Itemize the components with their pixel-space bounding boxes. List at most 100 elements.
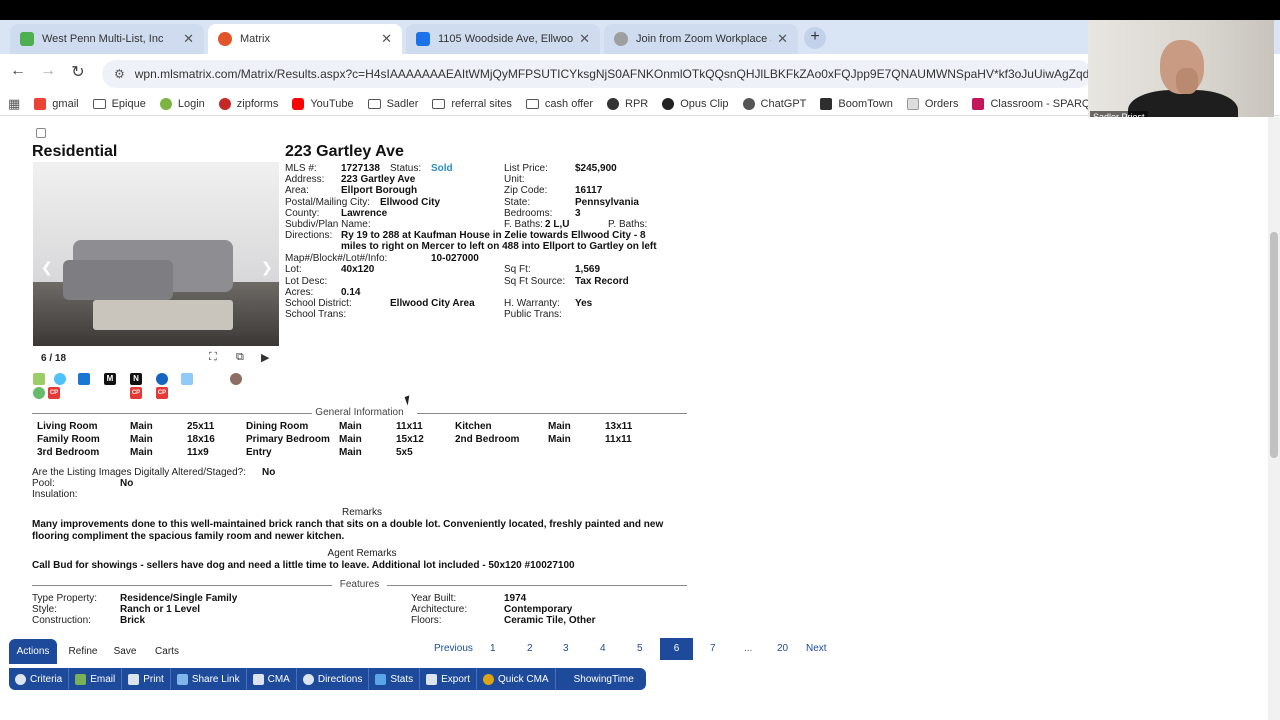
- divider: [417, 413, 687, 414]
- tab-title: West Penn Multi-List, Inc: [42, 33, 164, 45]
- tab-matrix[interactable]: Matrix ✕: [208, 24, 402, 54]
- page-link[interactable]: 2: [527, 643, 533, 654]
- export-button[interactable]: Export: [420, 668, 478, 690]
- bookmark-gmail[interactable]: gmail: [34, 97, 79, 110]
- gear-tool-icon[interactable]: [230, 373, 242, 385]
- prev-photo-icon[interactable]: ❮: [41, 259, 53, 276]
- listing-photo[interactable]: ❮ ❯: [33, 162, 279, 346]
- bookmark-zipforms[interactable]: zipforms: [218, 97, 278, 110]
- room-size: 25x11: [187, 421, 215, 432]
- url-field[interactable]: ⚙ wpn.mlsmatrix.com/Matrix/Results.aspx?…: [102, 60, 1092, 88]
- cp-tool-icon[interactable]: CP: [156, 387, 168, 399]
- button-label: Email: [90, 673, 116, 685]
- tab-west-penn[interactable]: West Penn Multi-List, Inc ✕: [10, 24, 204, 54]
- room-level: Main: [130, 421, 153, 432]
- n-tool-icon[interactable]: N: [130, 373, 142, 385]
- features-header: Features: [32, 579, 687, 590]
- print-button[interactable]: Print: [122, 668, 171, 690]
- warranty-label: H. Warranty:: [504, 298, 560, 309]
- share-link-button[interactable]: Share Link: [171, 668, 247, 690]
- bookmark-referral-sites[interactable]: referral sites: [432, 98, 512, 110]
- tab-carts[interactable]: Carts: [147, 639, 187, 664]
- zip-label: Zip Code:: [504, 185, 548, 196]
- tab-save[interactable]: Save: [107, 639, 143, 664]
- stats-button[interactable]: Stats: [369, 668, 421, 690]
- bookmark-chatgpt[interactable]: ChatGPT: [742, 97, 806, 110]
- orders-icon: [906, 97, 919, 110]
- bookmark-orders[interactable]: Orders: [906, 97, 958, 110]
- fullscreen-icon[interactable]: ⛶: [209, 351, 217, 364]
- page-link[interactable]: 3: [563, 643, 569, 654]
- altered-label: Are the Listing Images Digitally Altered…: [32, 467, 247, 478]
- earth-tool-icon[interactable]: [156, 373, 168, 385]
- close-icon[interactable]: ✕: [777, 31, 788, 47]
- bookmark-cash-offer[interactable]: cash offer: [525, 98, 593, 110]
- bookmark-rpr[interactable]: RPR: [607, 97, 648, 110]
- page-link[interactable]: 20: [777, 643, 788, 654]
- bookmark-sadler[interactable]: Sadler: [367, 98, 418, 110]
- next-photo-icon[interactable]: ❯: [261, 259, 273, 276]
- pagination-previous[interactable]: Previous: [434, 643, 473, 654]
- new-tab-button[interactable]: +: [804, 27, 826, 49]
- tab-refine[interactable]: Refine: [61, 639, 105, 664]
- quick-cma-button[interactable]: Quick CMA: [477, 668, 556, 690]
- button-label: CMA: [267, 673, 290, 685]
- map-tool-icon[interactable]: [33, 373, 45, 385]
- state-label: State:: [504, 197, 531, 208]
- m-tool-icon[interactable]: M: [104, 373, 116, 385]
- pagination-next[interactable]: Next: [806, 643, 827, 654]
- general-info-header: General Information: [32, 407, 687, 418]
- section-title: General Information: [315, 407, 404, 418]
- showingtime-button[interactable]: ShowingTime: [556, 668, 652, 690]
- year-built-label: Year Built:: [411, 593, 457, 604]
- globe-tool-icon[interactable]: [54, 373, 66, 385]
- bookmark-classroom[interactable]: Classroom - SPARQ |...: [972, 97, 1106, 110]
- criteria-button[interactable]: Criteria: [9, 668, 70, 690]
- forward-icon[interactable]: →: [38, 62, 58, 80]
- tab-actions[interactable]: Actions: [9, 639, 57, 664]
- acres-value: 0.14: [341, 287, 361, 298]
- school-label: School District:: [285, 298, 352, 309]
- page-link[interactable]: 1: [490, 643, 496, 654]
- city-value: Ellwood City: [380, 197, 440, 208]
- reload-icon[interactable]: ↻: [68, 62, 88, 82]
- bookmark-epique[interactable]: Epique: [92, 98, 146, 110]
- close-icon[interactable]: ✕: [183, 31, 194, 47]
- email-button[interactable]: Email: [69, 668, 123, 690]
- login-icon: [159, 97, 172, 110]
- page-link[interactable]: 7: [710, 643, 716, 654]
- bookmark-login[interactable]: Login: [159, 97, 205, 110]
- building-tool-icon[interactable]: [78, 373, 90, 385]
- bookmark-boomtown[interactable]: BoomTown: [820, 97, 893, 110]
- back-icon[interactable]: ←: [8, 62, 28, 80]
- close-icon[interactable]: ✕: [381, 31, 392, 47]
- tab-woodside[interactable]: 1105 Woodside Ave, Ellwood C ✕: [406, 24, 600, 54]
- bookmark-youtube[interactable]: YouTube: [292, 97, 354, 110]
- cma-button[interactable]: CMA: [247, 668, 297, 690]
- page-link[interactable]: 4: [600, 643, 606, 654]
- room-size: 11x11: [396, 421, 423, 432]
- zipforms-icon: [218, 97, 231, 110]
- photo-counter: 6 / 18: [41, 353, 67, 364]
- address-value: 223 Gartley Ave: [341, 174, 416, 185]
- apps-grid-icon[interactable]: ▦: [8, 96, 20, 112]
- chatgpt-icon: [742, 97, 755, 110]
- document-tool-icon[interactable]: [181, 373, 193, 385]
- scrollbar-thumb[interactable]: [1270, 232, 1278, 458]
- tab-zoom[interactable]: Join from Zoom Workplace app ✕: [604, 24, 798, 54]
- cp-tool-icon[interactable]: CP: [48, 387, 60, 399]
- popout-icon[interactable]: ⧉: [236, 351, 244, 364]
- circle-tool-icon[interactable]: [33, 387, 45, 399]
- cp-tool-icon[interactable]: CP: [130, 387, 142, 399]
- bookmark-opus-clip[interactable]: Opus Clip: [662, 97, 729, 110]
- select-listing-checkbox[interactable]: [36, 128, 46, 138]
- play-slideshow-icon[interactable]: ▶: [261, 351, 269, 364]
- site-info-icon[interactable]: ⚙: [114, 67, 125, 81]
- pool-value: No: [120, 478, 134, 489]
- close-icon[interactable]: ✕: [579, 31, 590, 47]
- page-current[interactable]: 6: [660, 638, 693, 660]
- pool-label: Pool:: [32, 478, 55, 489]
- altered-value: No: [262, 467, 276, 478]
- directions-button[interactable]: Directions: [297, 668, 370, 690]
- page-link[interactable]: 5: [637, 643, 643, 654]
